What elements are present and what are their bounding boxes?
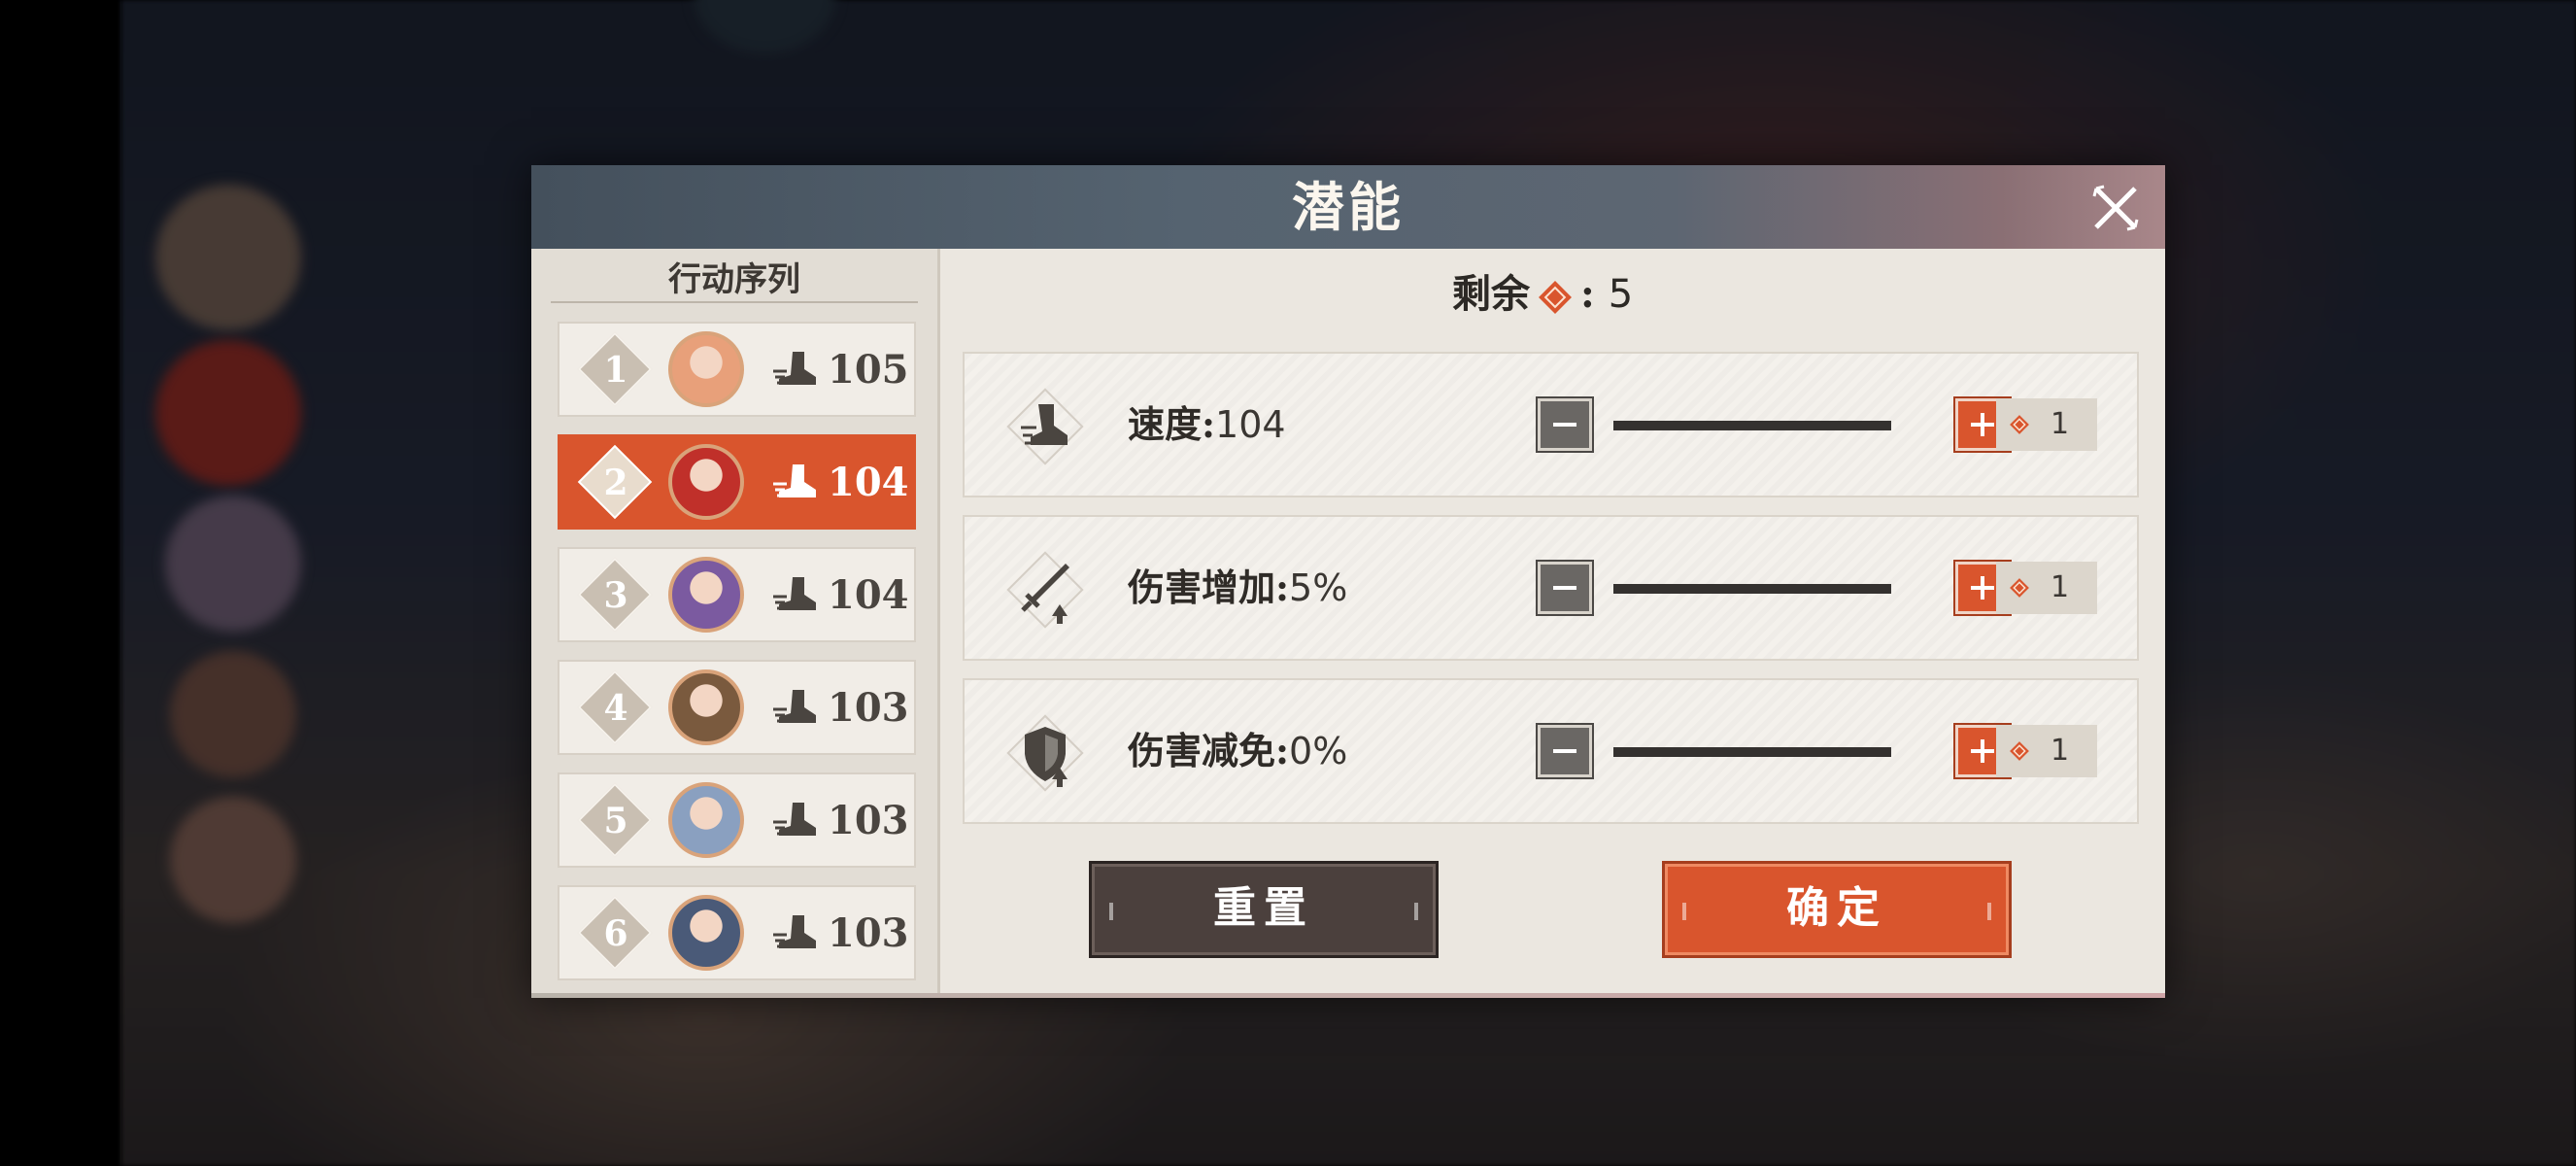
action-order-panel: 行动序列 1 105 2 104 3 104 4 103 5 103 6 103	[531, 249, 940, 993]
speed-icon	[771, 688, 818, 727]
character-avatar	[668, 782, 744, 858]
stat-label: 速度:104	[1128, 402, 1286, 446]
confirm-button-label: 确定	[1786, 883, 1887, 933]
action-order-title: 行动序列	[551, 258, 918, 303]
rank-number: 4	[603, 688, 628, 729]
remaining-points: 剩余: 5	[1452, 270, 1633, 319]
action-order-row[interactable]: 4 103	[558, 660, 916, 755]
stat-value: 104	[1215, 403, 1286, 446]
potential-gem-icon	[1539, 281, 1572, 314]
remaining-value: 5	[1608, 272, 1634, 317]
character-avatar	[668, 331, 744, 407]
cost-value: 1	[2051, 407, 2070, 441]
close-icon	[2092, 185, 2139, 231]
cost-badge: 1	[1996, 562, 2097, 614]
stat-row: 伤害减免:0% 1	[963, 678, 2139, 824]
character-avatar	[668, 669, 744, 745]
decrease-button[interactable]	[1536, 723, 1594, 779]
speed-value: 103	[828, 798, 909, 843]
shield-up-icon	[1001, 709, 1089, 797]
decrease-button[interactable]	[1536, 560, 1594, 616]
action-order-row[interactable]: 1 105	[558, 322, 916, 417]
close-button[interactable]	[2090, 183, 2141, 233]
rank-number: 3	[603, 575, 628, 616]
speed-boot-icon	[1001, 383, 1089, 470]
potential-gem-icon	[2010, 415, 2029, 434]
stat-value: 0%	[1289, 730, 1348, 772]
cost-value: 1	[2051, 734, 2070, 768]
action-order-row[interactable]: 3 104	[558, 547, 916, 642]
potential-dialog: 潜能 行动序列 1 105 2 104 3 104 4 103 5 103 6 103 剩余: 5 速…	[531, 165, 2165, 998]
character-avatar	[668, 895, 744, 971]
decrease-button[interactable]	[1536, 396, 1594, 453]
cost-value: 1	[2051, 570, 2070, 604]
stat-row: 伤害增加:5% 1	[963, 515, 2139, 661]
speed-icon	[771, 575, 818, 614]
action-order-row[interactable]: 5 103	[558, 772, 916, 868]
character-avatar	[668, 444, 744, 520]
sword-up-icon	[1001, 546, 1089, 634]
dialog-bottom-edge	[531, 993, 2165, 998]
confirm-button[interactable]: 确定	[1662, 861, 2012, 958]
action-order-row[interactable]: 2 104	[558, 434, 916, 530]
reset-button-label: 重置	[1213, 883, 1314, 933]
speed-icon	[771, 801, 818, 840]
reset-button[interactable]: 重置	[1089, 861, 1439, 958]
stat-label: 伤害减免:0%	[1128, 729, 1348, 772]
dialog-title: 潜能	[1292, 176, 1405, 238]
cost-badge: 1	[1996, 398, 2097, 451]
speed-value: 103	[828, 910, 909, 956]
action-order-list[interactable]: 1 105 2 104 3 104 4 103 5 103 6 103	[558, 322, 918, 982]
speed-icon	[771, 350, 818, 389]
potential-gem-icon	[2010, 741, 2029, 761]
speed-value: 104	[828, 460, 909, 505]
rank-number: 2	[603, 463, 628, 503]
character-avatar	[668, 557, 744, 633]
action-order-row[interactable]: 6 103	[558, 885, 916, 980]
speed-value: 105	[828, 347, 909, 393]
stat-value: 5%	[1289, 566, 1348, 609]
speed-value: 103	[828, 685, 909, 731]
potential-gem-icon	[2010, 578, 2029, 598]
remaining-colon: :	[1580, 271, 1595, 317]
rank-number: 1	[603, 350, 628, 391]
allocation-slider[interactable]	[1613, 584, 1891, 594]
remaining-label: 剩余	[1452, 271, 1530, 317]
speed-value: 104	[828, 572, 909, 618]
rank-number: 6	[603, 913, 628, 954]
allocation-slider[interactable]	[1613, 421, 1891, 430]
stat-label: 伤害增加:5%	[1128, 566, 1348, 609]
rank-number: 5	[603, 801, 628, 841]
allocation-slider[interactable]	[1613, 747, 1891, 757]
stat-row: 速度:104 1	[963, 352, 2139, 497]
speed-icon	[771, 463, 818, 501]
cost-badge: 1	[1996, 725, 2097, 777]
speed-icon	[771, 913, 818, 952]
